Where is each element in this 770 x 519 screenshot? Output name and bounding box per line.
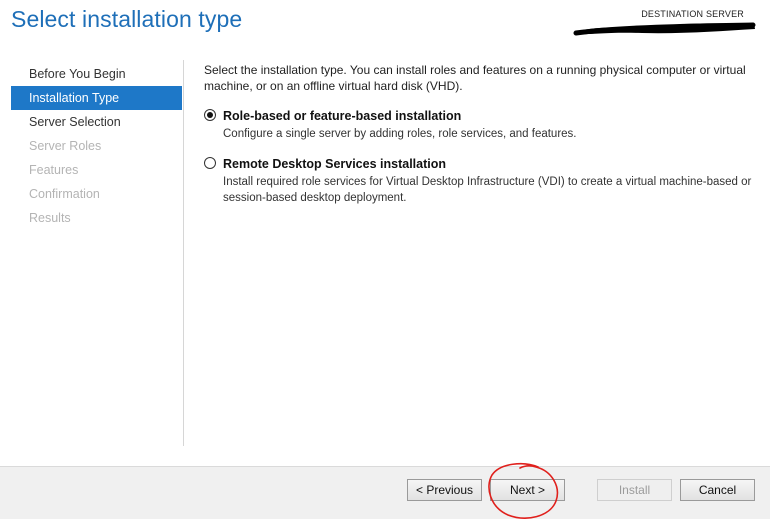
sidebar-item-before-you-begin[interactable]: Before You Begin [11,62,182,86]
previous-button[interactable]: < Previous [407,479,482,501]
button-bar: < Previous Next > Install Cancel [0,466,770,519]
sidebar-item-results: Results [29,211,71,225]
sidebar-item-installation-type[interactable]: Installation Type [11,86,182,110]
intro-text: Select the installation type. You can in… [204,63,746,93]
wizard-window: Select installation type DESTINATION SER… [0,0,770,519]
sidebar-item-server-roles: Server Roles [29,139,102,153]
page-title: Select installation type [11,6,243,32]
install-button: Install [597,479,672,501]
option-remote-desktop[interactable]: Remote Desktop Services installation Ins… [204,156,754,206]
radio-remote-desktop[interactable] [204,157,216,169]
destination-server-label: DESTINATION SERVER [641,9,744,19]
sidebar-item-features: Features [29,163,79,177]
sidebar-item-confirmation: Confirmation [29,187,100,201]
sidebar-item-server-selection[interactable]: Server Selection [11,110,182,134]
next-button[interactable]: Next > [490,479,565,501]
radio-role-based[interactable] [204,109,216,121]
cancel-button[interactable]: Cancel [680,479,755,501]
option-remote-desktop-description: Install required role services for Virtu… [223,176,752,204]
wizard-steps-nav: Before You Begin Installation Type Serve… [11,62,182,230]
option-role-based-title[interactable]: Role-based or feature-based installation [223,108,754,124]
main-content: Select the installation type. You can in… [204,62,754,206]
redaction-scribble [573,22,756,36]
option-role-based-description: Configure a single server by adding role… [223,128,577,140]
sidebar-divider [183,60,184,446]
option-role-based[interactable]: Role-based or feature-based installation… [204,108,754,142]
option-remote-desktop-title[interactable]: Remote Desktop Services installation [223,156,754,172]
